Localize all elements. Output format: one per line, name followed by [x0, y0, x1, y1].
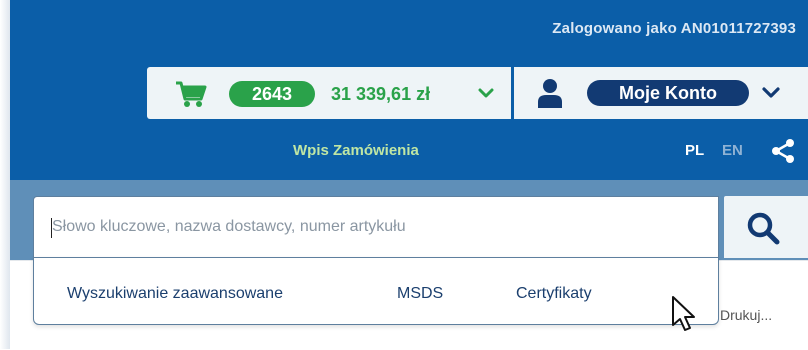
- print-link[interactable]: Drukuj...: [720, 307, 772, 323]
- share-icon[interactable]: [770, 138, 796, 164]
- user-icon: [538, 79, 562, 108]
- order-entry-link[interactable]: Wpis Zamówienia: [293, 142, 419, 159]
- logged-in-label: Zalogowano jako AN01011727393: [552, 20, 796, 37]
- search-button[interactable]: [724, 196, 808, 258]
- advanced-search-link[interactable]: Wyszukiwanie zaawansowane: [67, 285, 283, 303]
- language-en[interactable]: EN: [722, 142, 743, 159]
- cart-total: 31 339,61 zł: [331, 84, 431, 104]
- account-menu-button[interactable]: Moje Konto: [514, 67, 808, 119]
- certificates-link[interactable]: Certyfikaty: [516, 285, 592, 303]
- chevron-down-icon: [762, 87, 780, 98]
- text-caret: [51, 218, 52, 238]
- language-pl[interactable]: PL: [685, 142, 704, 159]
- cart-button[interactable]: 2643 31 339,61 zł: [147, 67, 511, 119]
- cart-icon: [176, 81, 207, 107]
- search-options-dropdown: Wyszukiwanie zaawansowane MSDS Certyfika…: [33, 257, 719, 325]
- cart-count-badge: 2643: [229, 81, 315, 107]
- window-edge: [0, 0, 10, 349]
- account-label: Moje Konto: [587, 80, 749, 106]
- mouse-cursor-icon: [672, 296, 695, 331]
- search-icon: [747, 212, 780, 245]
- chevron-down-icon: [478, 88, 494, 98]
- search-input[interactable]: [33, 196, 719, 258]
- msds-link[interactable]: MSDS: [397, 285, 443, 303]
